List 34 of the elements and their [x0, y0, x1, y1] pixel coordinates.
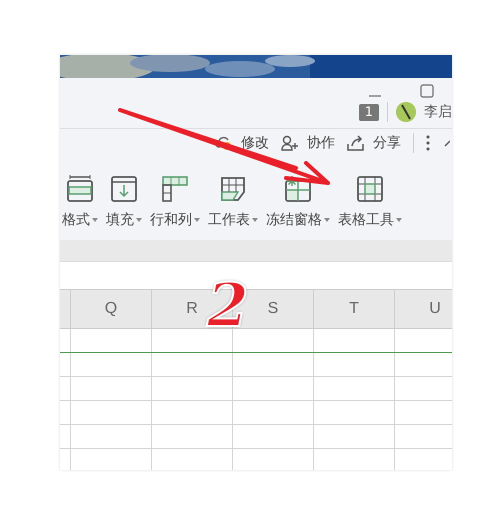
- table-icon: [66, 175, 94, 203]
- share-button[interactable]: 分享: [347, 134, 401, 152]
- column-header[interactable]: U: [429, 300, 441, 318]
- caret-icon: [324, 218, 330, 222]
- caret-icon: [136, 218, 142, 222]
- avatar-icon[interactable]: [396, 102, 416, 122]
- column-header[interactable]: R: [186, 300, 198, 318]
- ribbon-button[interactable]: 工作表: [206, 175, 260, 229]
- save-status[interactable]: 修改: [215, 134, 269, 152]
- ribbon-button[interactable]: 填充: [104, 175, 144, 229]
- column-header[interactable]: S: [268, 300, 278, 318]
- maximize-icon[interactable]: [420, 84, 434, 98]
- ribbon-button[interactable]: 格式: [60, 175, 100, 229]
- caret-icon: [92, 218, 98, 222]
- user-name[interactable]: 李启: [424, 103, 452, 121]
- column-header[interactable]: Q: [104, 300, 118, 318]
- table-icon: [356, 175, 384, 203]
- ribbon-button[interactable]: 表格工具: [336, 175, 404, 229]
- column-header[interactable]: T: [349, 300, 359, 318]
- cloud-icon: [215, 135, 233, 151]
- caret-icon: [252, 218, 258, 222]
- table-icon: [284, 175, 312, 203]
- table-icon: [219, 175, 247, 203]
- caret-icon: [396, 218, 402, 222]
- collab-button[interactable]: 协作: [281, 134, 335, 152]
- add-user-icon: [281, 135, 299, 151]
- more-icon[interactable]: [426, 135, 430, 151]
- caret-icon: [194, 218, 200, 222]
- ribbon-button[interactable]: 行和列: [148, 175, 202, 229]
- ribbon-button[interactable]: 冻结窗格: [264, 175, 332, 229]
- share-icon: [347, 135, 365, 151]
- table-icon: [161, 175, 189, 203]
- table-icon: [110, 175, 138, 203]
- count-badge: 1: [358, 104, 379, 120]
